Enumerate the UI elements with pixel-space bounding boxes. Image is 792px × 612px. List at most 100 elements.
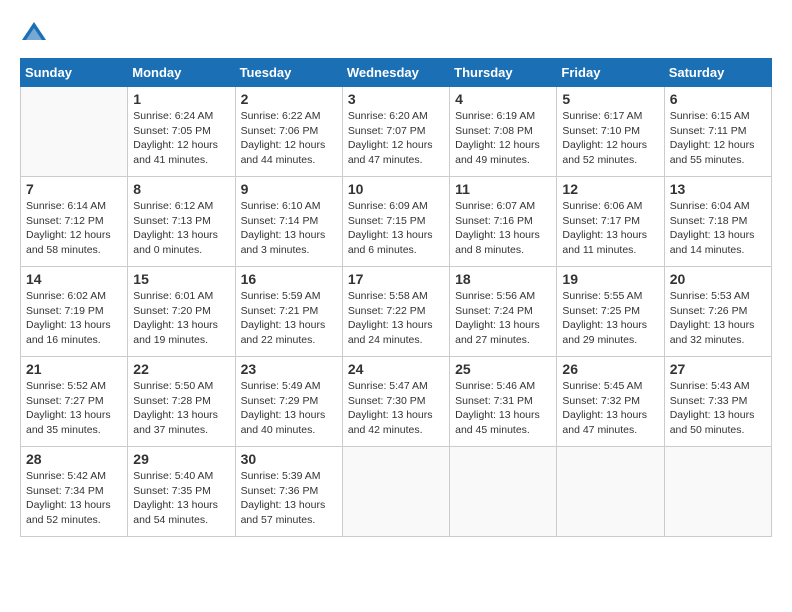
day-number: 11: [455, 181, 551, 197]
day-number: 26: [562, 361, 658, 377]
calendar-cell: 20Sunrise: 5:53 AM Sunset: 7:26 PM Dayli…: [664, 267, 771, 357]
day-info: Sunrise: 5:45 AM Sunset: 7:32 PM Dayligh…: [562, 379, 658, 438]
weekday-header: Friday: [557, 59, 664, 87]
calendar-week-row: 14Sunrise: 6:02 AM Sunset: 7:19 PM Dayli…: [21, 267, 772, 357]
calendar-cell: 24 Sunrise: 5:47 AM Sunset: 7:30 PM Dayli…: [342, 357, 449, 447]
day-number: 6: [670, 91, 766, 107]
day-info: Sunrise: 6:24 AM Sunset: 7:05 PM Dayligh…: [133, 109, 229, 168]
day-info: Sunrise: 6:12 AM Sunset: 7:13 PM Dayligh…: [133, 199, 229, 258]
day-info: Sunrise: 6:22 AM Sunset: 7:06 PM Dayligh…: [241, 109, 337, 168]
calendar-cell: 16Sunrise: 5:59 AM Sunset: 7:21 PM Dayli…: [235, 267, 342, 357]
calendar-cell: 7 Sunrise: 6:14 AM Sunset: 7:12 PM Daylig…: [21, 177, 128, 267]
weekday-header: Tuesday: [235, 59, 342, 87]
day-number: 5: [562, 91, 658, 107]
day-number: 3: [348, 91, 444, 107]
calendar-cell: [557, 447, 664, 537]
calendar-cell: 15Sunrise: 6:01 AM Sunset: 7:20 PM Dayli…: [128, 267, 235, 357]
calendar-cell: 21Sunrise: 5:52 AM Sunset: 7:27 PM Dayli…: [21, 357, 128, 447]
calendar-cell: 11 Sunrise: 6:07 AM Sunset: 7:16 PM Dayli…: [450, 177, 557, 267]
calendar-cell: 23Sunrise: 5:49 AM Sunset: 7:29 PM Dayli…: [235, 357, 342, 447]
day-number: 8: [133, 181, 229, 197]
day-info: Sunrise: 5:46 AM Sunset: 7:31 PM Dayligh…: [455, 379, 551, 438]
calendar-week-row: 7 Sunrise: 6:14 AM Sunset: 7:12 PM Daylig…: [21, 177, 772, 267]
calendar-cell: 12 Sunrise: 6:06 AM Sunset: 7:17 PM Dayli…: [557, 177, 664, 267]
day-number: 21: [26, 361, 122, 377]
calendar-cell: 22 Sunrise: 5:50 AM Sunset: 7:28 PM Dayli…: [128, 357, 235, 447]
day-info: Sunrise: 5:47 AM Sunset: 7:30 PM Dayligh…: [348, 379, 444, 438]
calendar-cell: 2 Sunrise: 6:22 AM Sunset: 7:06 PM Daylig…: [235, 87, 342, 177]
day-info: Sunrise: 5:49 AM Sunset: 7:29 PM Dayligh…: [241, 379, 337, 438]
calendar-cell: 14Sunrise: 6:02 AM Sunset: 7:19 PM Dayli…: [21, 267, 128, 357]
calendar-cell: [450, 447, 557, 537]
day-number: 9: [241, 181, 337, 197]
day-number: 12: [562, 181, 658, 197]
calendar-week-row: 1 Sunrise: 6:24 AM Sunset: 7:05 PM Daylig…: [21, 87, 772, 177]
day-number: 7: [26, 181, 122, 197]
calendar-cell: 18 Sunrise: 5:56 AM Sunset: 7:24 PM Dayli…: [450, 267, 557, 357]
day-number: 2: [241, 91, 337, 107]
day-number: 14: [26, 271, 122, 287]
calendar-cell: 26 Sunrise: 5:45 AM Sunset: 7:32 PM Dayli…: [557, 357, 664, 447]
calendar-cell: 28 Sunrise: 5:42 AM Sunset: 7:34 PM Dayli…: [21, 447, 128, 537]
calendar-cell: 8 Sunrise: 6:12 AM Sunset: 7:13 PM Daylig…: [128, 177, 235, 267]
day-number: 13: [670, 181, 766, 197]
day-info: Sunrise: 6:09 AM Sunset: 7:15 PM Dayligh…: [348, 199, 444, 258]
calendar-cell: 3 Sunrise: 6:20 AM Sunset: 7:07 PM Daylig…: [342, 87, 449, 177]
calendar-week-row: 21Sunrise: 5:52 AM Sunset: 7:27 PM Dayli…: [21, 357, 772, 447]
day-number: 1: [133, 91, 229, 107]
day-info: Sunrise: 5:42 AM Sunset: 7:34 PM Dayligh…: [26, 469, 122, 528]
day-info: Sunrise: 6:07 AM Sunset: 7:16 PM Dayligh…: [455, 199, 551, 258]
day-info: Sunrise: 6:10 AM Sunset: 7:14 PM Dayligh…: [241, 199, 337, 258]
calendar-cell: 6 Sunrise: 6:15 AM Sunset: 7:11 PM Daylig…: [664, 87, 771, 177]
calendar-cell: 13 Sunrise: 6:04 AM Sunset: 7:18 PM Dayli…: [664, 177, 771, 267]
day-info: Sunrise: 5:40 AM Sunset: 7:35 PM Dayligh…: [133, 469, 229, 528]
calendar-cell: [342, 447, 449, 537]
day-info: Sunrise: 5:43 AM Sunset: 7:33 PM Dayligh…: [670, 379, 766, 438]
day-number: 30: [241, 451, 337, 467]
calendar-cell: 10 Sunrise: 6:09 AM Sunset: 7:15 PM Dayli…: [342, 177, 449, 267]
day-number: 4: [455, 91, 551, 107]
day-info: Sunrise: 5:50 AM Sunset: 7:28 PM Dayligh…: [133, 379, 229, 438]
day-number: 22: [133, 361, 229, 377]
calendar-cell: 17Sunrise: 5:58 AM Sunset: 7:22 PM Dayli…: [342, 267, 449, 357]
day-info: Sunrise: 6:17 AM Sunset: 7:10 PM Dayligh…: [562, 109, 658, 168]
day-number: 24: [348, 361, 444, 377]
calendar-cell: 30 Sunrise: 5:39 AM Sunset: 7:36 PM Dayli…: [235, 447, 342, 537]
calendar-cell: 19Sunrise: 5:55 AM Sunset: 7:25 PM Dayli…: [557, 267, 664, 357]
calendar-cell: [21, 87, 128, 177]
logo: [20, 20, 52, 48]
calendar-table: SundayMondayTuesdayWednesdayThursdayFrid…: [20, 58, 772, 537]
day-number: 27: [670, 361, 766, 377]
weekday-header-row: SundayMondayTuesdayWednesdayThursdayFrid…: [21, 59, 772, 87]
day-info: Sunrise: 6:15 AM Sunset: 7:11 PM Dayligh…: [670, 109, 766, 168]
day-info: Sunrise: 5:53 AM Sunset: 7:26 PM Dayligh…: [670, 289, 766, 348]
calendar-cell: 4 Sunrise: 6:19 AM Sunset: 7:08 PM Daylig…: [450, 87, 557, 177]
day-number: 10: [348, 181, 444, 197]
calendar-cell: 5 Sunrise: 6:17 AM Sunset: 7:10 PM Daylig…: [557, 87, 664, 177]
calendar-cell: [664, 447, 771, 537]
day-number: 28: [26, 451, 122, 467]
day-info: Sunrise: 6:19 AM Sunset: 7:08 PM Dayligh…: [455, 109, 551, 168]
day-info: Sunrise: 6:14 AM Sunset: 7:12 PM Dayligh…: [26, 199, 122, 258]
weekday-header: Saturday: [664, 59, 771, 87]
calendar-cell: 29 Sunrise: 5:40 AM Sunset: 7:35 PM Dayli…: [128, 447, 235, 537]
day-info: Sunrise: 6:04 AM Sunset: 7:18 PM Dayligh…: [670, 199, 766, 258]
weekday-header: Thursday: [450, 59, 557, 87]
header: [20, 20, 772, 48]
weekday-header: Monday: [128, 59, 235, 87]
day-info: Sunrise: 5:59 AM Sunset: 7:21 PM Dayligh…: [241, 289, 337, 348]
day-number: 25: [455, 361, 551, 377]
day-info: Sunrise: 6:01 AM Sunset: 7:20 PM Dayligh…: [133, 289, 229, 348]
calendar-cell: 1 Sunrise: 6:24 AM Sunset: 7:05 PM Daylig…: [128, 87, 235, 177]
day-info: Sunrise: 6:06 AM Sunset: 7:17 PM Dayligh…: [562, 199, 658, 258]
day-info: Sunrise: 5:39 AM Sunset: 7:36 PM Dayligh…: [241, 469, 337, 528]
calendar-cell: 25 Sunrise: 5:46 AM Sunset: 7:31 PM Dayli…: [450, 357, 557, 447]
day-info: Sunrise: 5:56 AM Sunset: 7:24 PM Dayligh…: [455, 289, 551, 348]
day-info: Sunrise: 5:58 AM Sunset: 7:22 PM Dayligh…: [348, 289, 444, 348]
day-number: 18: [455, 271, 551, 287]
day-number: 29: [133, 451, 229, 467]
weekday-header: Wednesday: [342, 59, 449, 87]
weekday-header: Sunday: [21, 59, 128, 87]
day-info: Sunrise: 6:20 AM Sunset: 7:07 PM Dayligh…: [348, 109, 444, 168]
calendar-week-row: 28 Sunrise: 5:42 AM Sunset: 7:34 PM Dayli…: [21, 447, 772, 537]
